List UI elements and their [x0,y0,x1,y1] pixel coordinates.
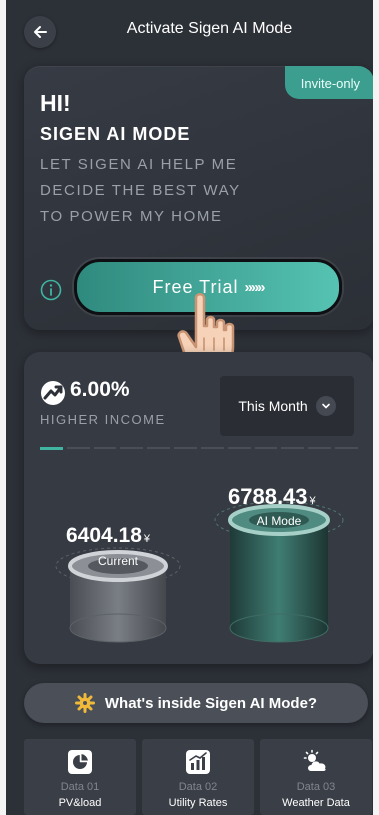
promo-description-line: DECIDE THE BEST WAY [40,182,241,199]
data-tile-name: Weather Data [282,797,350,809]
arrow-left-icon [34,26,47,38]
trend-up-icon [41,381,65,405]
whats-inside-button[interactable]: What's inside Sigen AI Mode? [24,683,368,723]
data-tile-pv-load[interactable]: Data 01 PV&load [24,739,136,815]
progress-segment [200,447,224,449]
info-icon[interactable] [40,279,62,301]
promo-card: Invite-only HI! SIGEN AI MODE LET SIGEN … [24,66,373,330]
ai-mode-label: AI Mode [256,514,302,528]
current-cylinder [55,547,181,643]
app-screen: Activate Sigen AI Mode Invite-only HI! S… [6,0,373,815]
chevron-down-icon [315,396,336,416]
progress-segment [254,447,278,449]
data-tile-weather-data[interactable]: Data 03 Weather Data [260,739,372,815]
bar-chart-icon [186,750,210,774]
ai-mode-value: 6788.43 ¥ [228,484,316,509]
promo-description-line: TO POWER MY HOME [40,208,223,225]
double-chevron-right-icon: »»» [244,278,266,296]
period-dropdown[interactable]: This Month [220,376,354,436]
income-percent: 6.00% [70,378,130,401]
progress-segment [66,447,90,449]
data-tile-number: Data 02 [178,781,218,793]
pie-chart-icon [68,750,92,774]
weather-icon [303,749,326,771]
period-value: This Month [238,398,308,414]
page-title: Activate Sigen AI Mode [126,20,293,37]
data-tile-number: Data 03 [296,781,336,793]
progress-segment [93,447,117,449]
progress-segment [174,447,197,449]
current-value: 6404.18 ¥ [66,524,151,547]
progress-segment [335,447,358,449]
progress-segment [120,447,144,449]
income-panel: 6.00% HIGHER INCOME This Month 6404.18 ¥… [24,352,373,664]
promo-description-line: LET SIGEN AI HELP ME [40,156,238,173]
progress-segment [308,447,332,449]
data-tile-name: Utility Rates [168,797,228,809]
period-progress [40,447,358,450]
data-tile-name: PV&load [58,797,102,809]
data-tile-utility-rates[interactable]: Data 02 Utility Rates [142,739,254,815]
progress-segment [227,447,251,449]
progress-segment [281,447,305,449]
invite-only-badge: Invite-only [284,66,373,99]
current-label: Current [97,554,138,568]
income-label: HIGHER INCOME [40,412,166,427]
back-button[interactable] [24,16,56,48]
gear-icon [74,693,95,713]
progress-segment [40,447,63,450]
progress-segment [147,447,171,449]
promo-title: SIGEN AI MODE [40,124,191,144]
data-tile-number: Data 01 [60,781,100,793]
greeting: HI! [40,90,71,116]
header: Activate Sigen AI Mode [6,0,373,60]
whats-inside-label: What's inside Sigen AI Mode? [104,694,318,712]
